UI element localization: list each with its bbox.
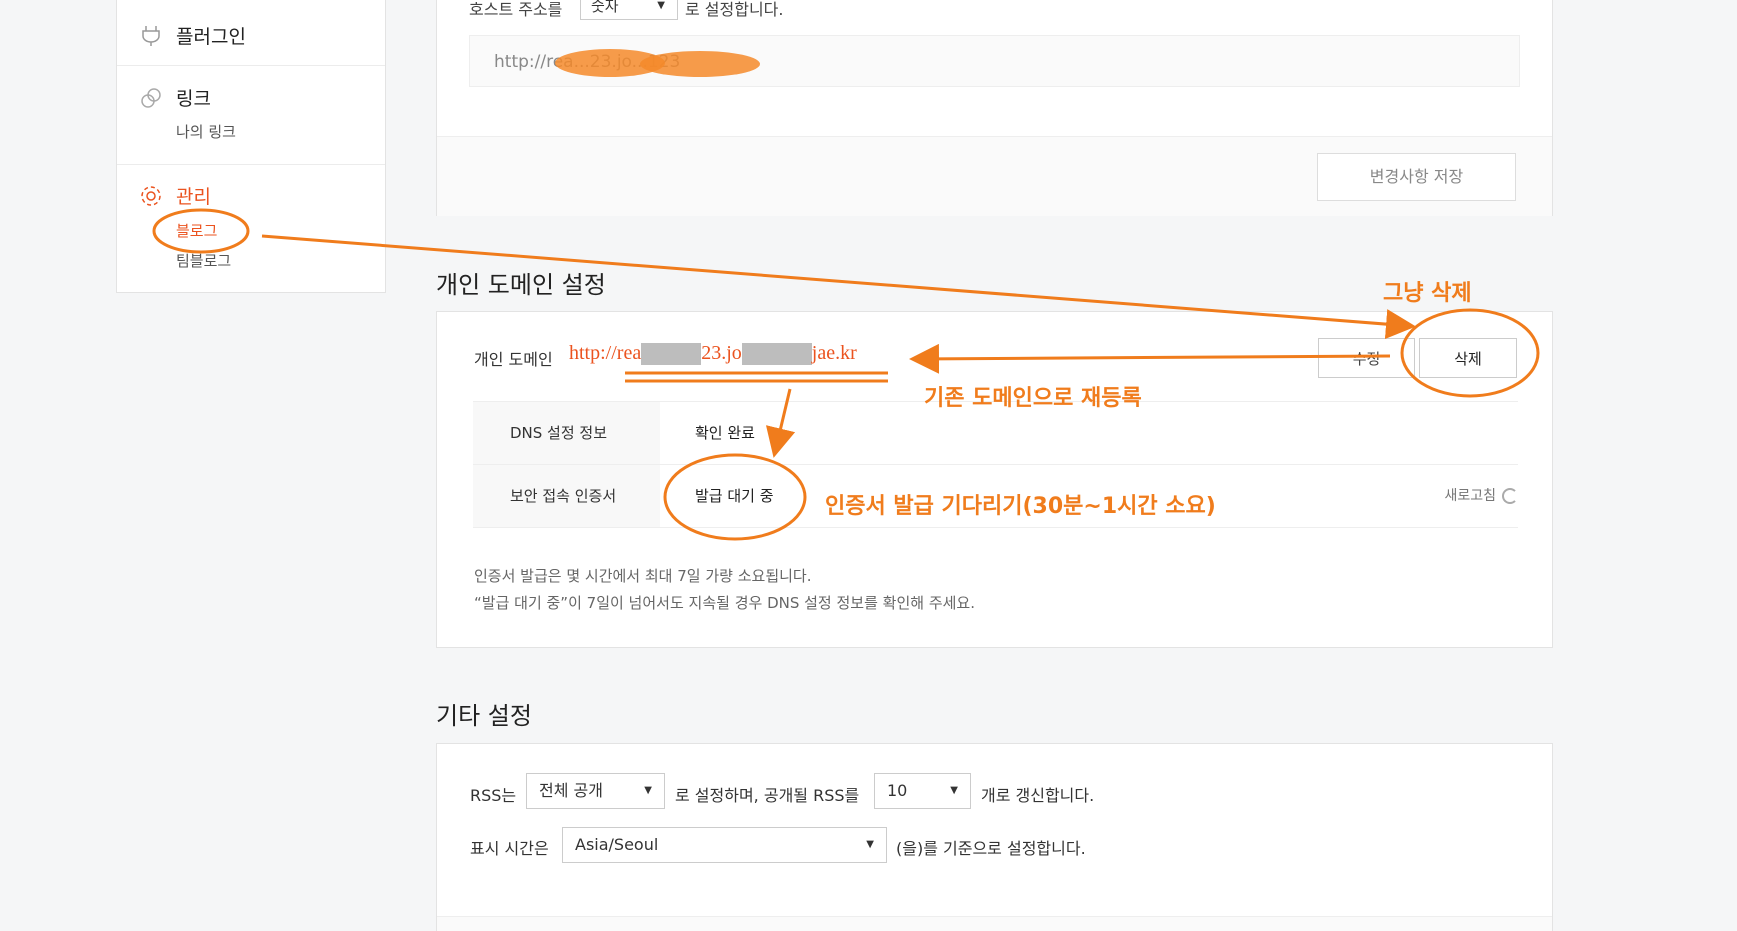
cert-info-key: 보안 접속 인증서 xyxy=(473,465,660,527)
plug-icon xyxy=(142,26,160,46)
domain-url-suffix: jae.kr xyxy=(811,342,857,364)
domain-panel: 개인 도메인 http://rea 23.jo jae.kr 수정 삭제 DNS 설… xyxy=(436,311,1553,648)
rss-suffix-text: 개로 갱신합니다. xyxy=(981,786,1095,805)
timezone-value: Asia/Seoul xyxy=(575,835,659,854)
cert-note-2: “발급 대기 중”이 7일이 넘어서도 지속될 경우 DNS 설정 정보를 확인… xyxy=(474,594,975,612)
host-url-box: http://rea...23.jo...123 xyxy=(469,35,1520,87)
rss-prefix-text: RSS는 xyxy=(470,786,517,805)
rss-mid-text: 로 설정하며, 공개될 RSS를 xyxy=(675,786,860,805)
domain-url: http://rea 23.jo jae.kr xyxy=(569,342,857,366)
host-select-value: 숫자 xyxy=(591,0,619,15)
sidebar-item-blog[interactable]: 블로그 xyxy=(176,220,217,241)
domain-url-mid: 23.jo xyxy=(701,342,742,364)
domain-section-heading: 개인 도메인 설정 xyxy=(436,271,606,299)
time-suffix-text: (을)를 기준으로 설정합니다. xyxy=(896,839,1086,858)
other-panel: RSS는 전체 공개 ▼ 로 설정하며, 공개될 RSS를 10 ▼ 개로 갱신… xyxy=(436,743,1553,931)
host-panel: 호스트 주소를 숫자 ▼ 로 설정합니다. http://rea...23.jo… xyxy=(436,0,1553,216)
other-section-heading: 기타 설정 xyxy=(436,702,532,730)
chevron-down-icon: ▼ xyxy=(866,839,874,850)
sidebar-section-link: 링크 나의 링크 xyxy=(117,66,385,165)
annotation-wait-cert: 인증서 발급 기다리기(30분~1시간 소요) xyxy=(825,494,1216,519)
refresh-label: 새로고침 xyxy=(1444,488,1496,504)
sidebar-item-link[interactable]: 링크 xyxy=(176,84,211,111)
dns-info-value: 확인 완료 xyxy=(695,424,755,442)
link-icon xyxy=(141,88,161,108)
refresh-button[interactable]: 새로고침 xyxy=(1444,465,1518,527)
delete-button[interactable]: 삭제 xyxy=(1419,338,1517,378)
time-prefix-text: 표시 시간은 xyxy=(470,839,549,858)
domain-url-prefix: http://rea xyxy=(569,342,642,364)
gear-icon xyxy=(141,186,161,206)
host-panel-footer: 변경사항 저장 xyxy=(437,136,1552,216)
sidebar-item-manage[interactable]: 관리 xyxy=(176,182,211,209)
sidebar-item-plugin[interactable]: 플러그인 xyxy=(176,22,246,49)
edit-button[interactable]: 수정 xyxy=(1318,338,1415,378)
host-prefix-text: 호스트 주소를 xyxy=(469,0,563,19)
annotation-reregister: 기존 도메인으로 재등록 xyxy=(924,386,1142,411)
timezone-select[interactable]: Asia/Seoul ▼ xyxy=(562,827,887,863)
domain-label: 개인 도메인 xyxy=(474,350,553,369)
chevron-down-icon: ▼ xyxy=(644,785,652,796)
annotation-just-delete: 그냥 삭제 xyxy=(1383,281,1472,306)
sidebar-section-manage: 관리 블로그 팀블로그 xyxy=(117,165,385,293)
chevron-down-icon: ▼ xyxy=(657,0,665,11)
other-panel-footer xyxy=(437,916,1552,931)
rss-count-select[interactable]: 10 ▼ xyxy=(874,773,971,809)
redaction-block xyxy=(741,343,812,366)
cert-info-value: 발급 대기 중 xyxy=(695,487,774,505)
refresh-icon xyxy=(1502,488,1518,504)
sidebar: 플러그인 링크 나의 링크 관리 블로그 팀블로그 xyxy=(116,0,386,293)
chevron-down-icon: ▼ xyxy=(950,785,958,796)
sidebar-item-my-link[interactable]: 나의 링크 xyxy=(176,121,236,142)
sidebar-section-plugin[interactable]: 플러그인 xyxy=(117,0,385,66)
sidebar-item-team-blog[interactable]: 팀블로그 xyxy=(176,250,231,271)
save-changes-button[interactable]: 변경사항 저장 xyxy=(1317,153,1516,201)
host-select[interactable]: 숫자 ▼ xyxy=(580,0,678,20)
host-suffix-text: 로 설정합니다. xyxy=(685,0,784,19)
dns-info-key: DNS 설정 정보 xyxy=(473,402,660,464)
rss-visibility-value: 전체 공개 xyxy=(539,781,603,800)
rss-visibility-select[interactable]: 전체 공개 ▼ xyxy=(526,773,665,809)
redaction-block xyxy=(641,343,702,366)
redaction-scribble xyxy=(555,49,760,77)
cert-note-1: 인증서 발급은 몇 시간에서 최대 7일 가량 소요됩니다. xyxy=(474,567,812,585)
rss-count-value: 10 xyxy=(887,781,908,800)
